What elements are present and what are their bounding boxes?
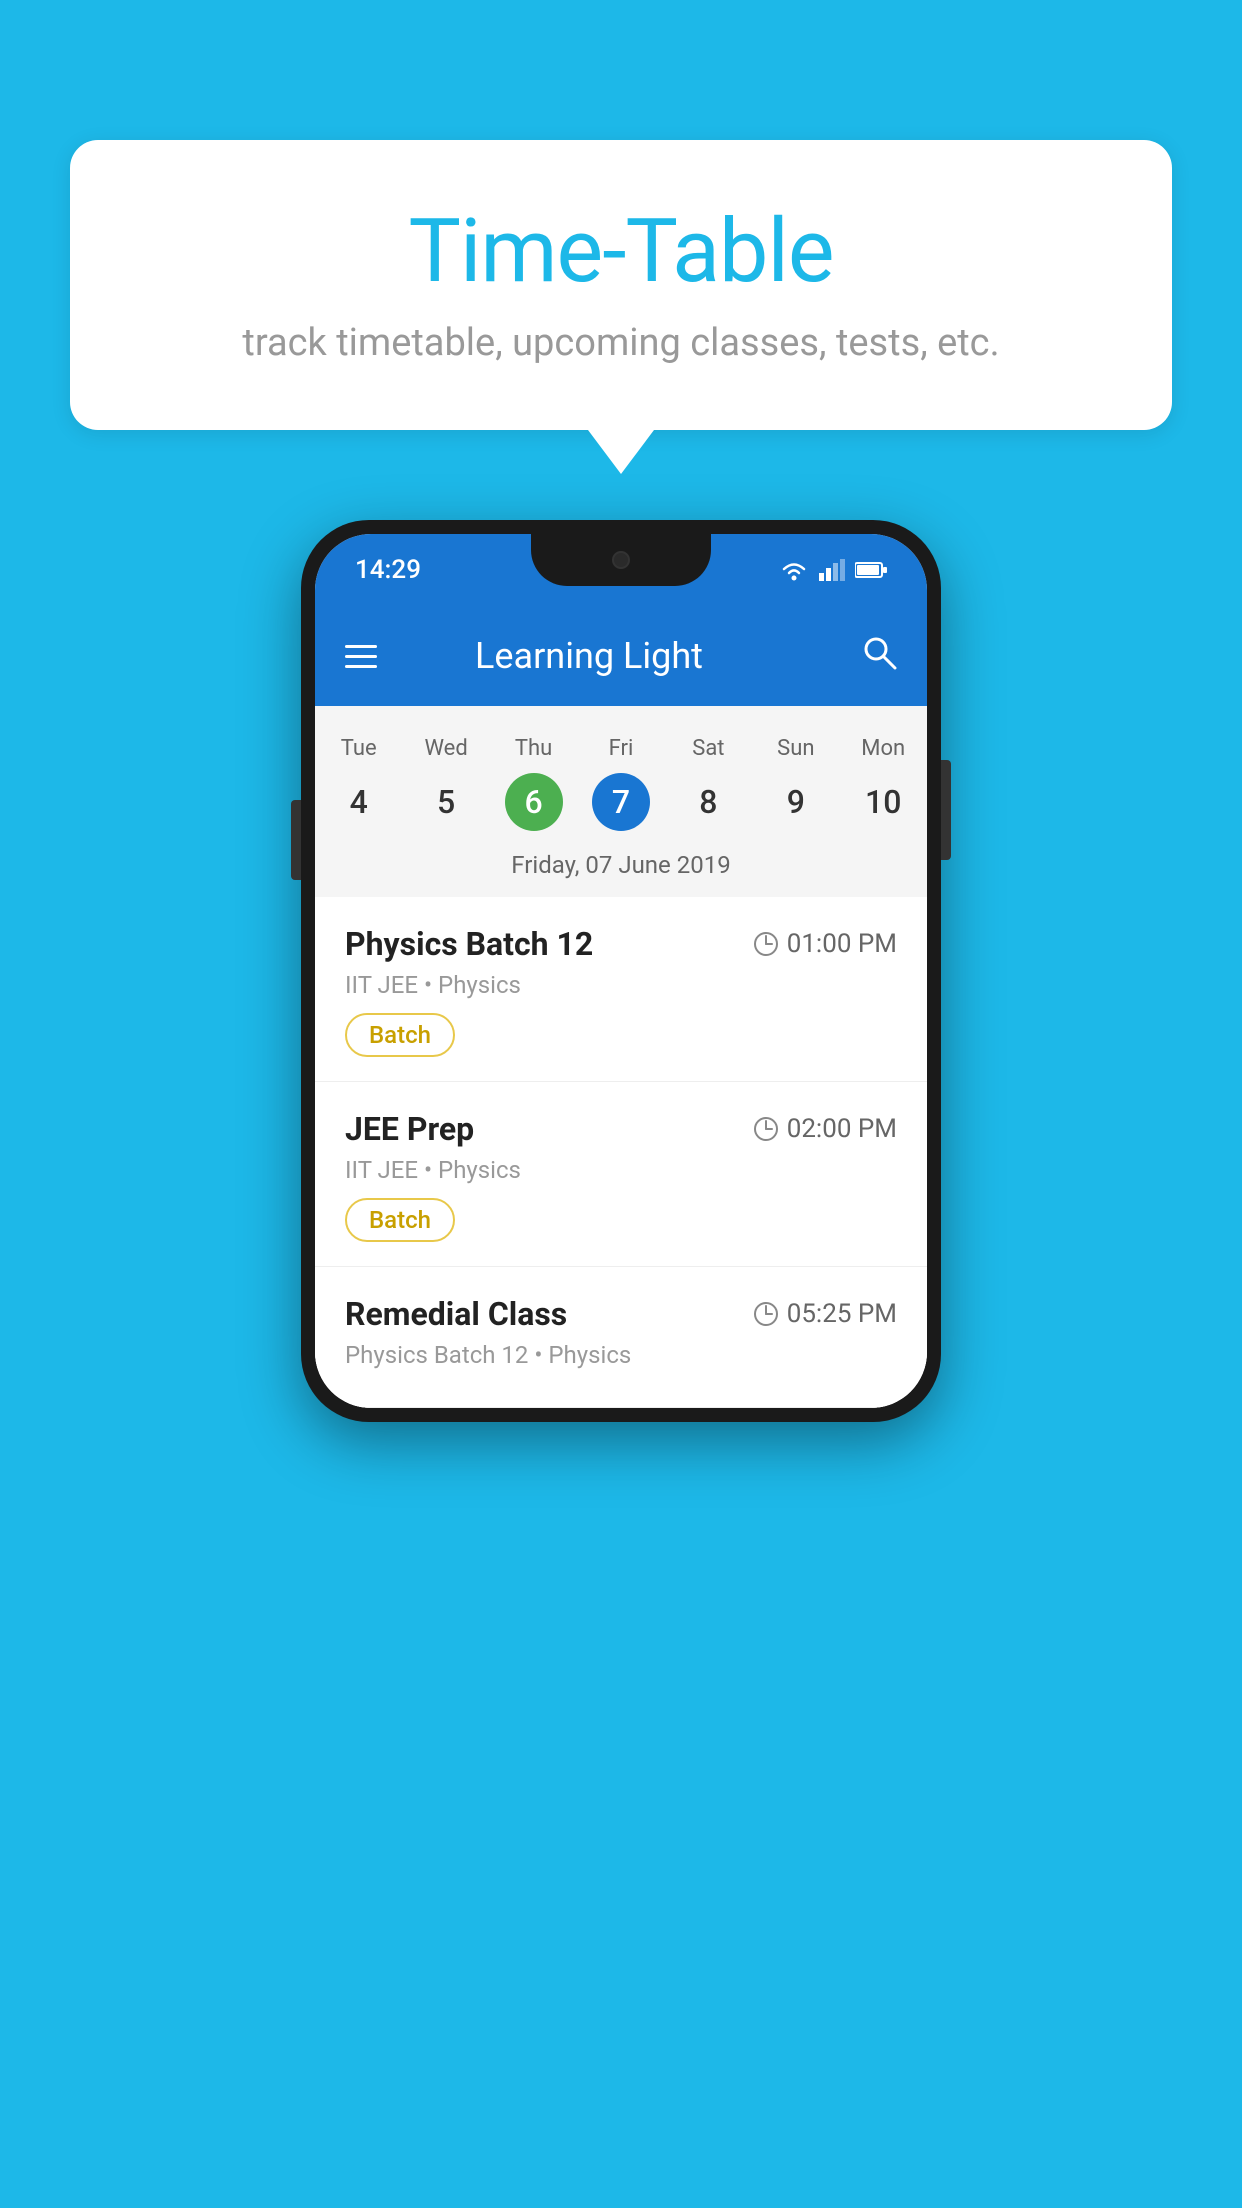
schedule-item-header: Physics Batch 12 01:00 PM (345, 925, 897, 963)
status-time: 14:29 (355, 555, 421, 585)
status-icons (779, 559, 887, 581)
clock-icon (753, 1301, 779, 1327)
day-name: Thu (515, 736, 552, 761)
status-bar: 14:29 (315, 534, 927, 606)
day-number: 8 (679, 773, 737, 831)
phone-frame: 14:29 (301, 520, 941, 1422)
day-col-9[interactable]: Sun 9 (752, 736, 839, 831)
selected-date-label: Friday, 07 June 2019 (315, 837, 927, 897)
day-col-7[interactable]: Fri 7 (577, 736, 664, 831)
app-title: Learning Light (407, 635, 831, 677)
day-number: 10 (854, 773, 912, 831)
notch (531, 534, 711, 586)
week-days-row: Tue 4 Wed 5 Thu 6 Fri 7 Sat 8 Sun 9 Mon 10 (315, 726, 927, 837)
day-name: Tue (341, 736, 377, 761)
day-name: Sat (692, 736, 724, 761)
battery-icon (855, 561, 887, 579)
schedule-item-title: Remedial Class (345, 1295, 567, 1333)
day-name: Sun (777, 736, 814, 761)
hamburger-menu-icon[interactable] (345, 645, 377, 668)
day-number: 9 (767, 773, 825, 831)
schedule-item-subtitle: IIT JEE • Physics (345, 971, 897, 999)
schedule-item[interactable]: Remedial Class 05:25 PM Physics Batch 12… (315, 1267, 927, 1408)
day-name: Wed (425, 736, 468, 761)
clock-icon (753, 1116, 779, 1142)
schedule-item[interactable]: JEE Prep 02:00 PM IIT JEE • Physics Batc… (315, 1082, 927, 1267)
search-button[interactable] (861, 634, 897, 679)
camera-dot (612, 551, 630, 569)
day-col-10[interactable]: Mon 10 (840, 736, 927, 831)
day-col-8[interactable]: Sat 8 (665, 736, 752, 831)
day-number: 4 (330, 773, 388, 831)
schedule-item-title: JEE Prep (345, 1110, 474, 1148)
speech-bubble-container: Time-Table track timetable, upcoming cla… (70, 140, 1172, 430)
schedule-item-header: Remedial Class 05:25 PM (345, 1295, 897, 1333)
wifi-icon (779, 559, 809, 581)
schedule-list: Physics Batch 12 01:00 PM IIT JEE • Phys… (315, 897, 927, 1408)
clock-icon (753, 931, 779, 957)
schedule-item-subtitle: IIT JEE • Physics (345, 1156, 897, 1184)
app-bar: Learning Light (315, 606, 927, 706)
day-name: Mon (861, 736, 905, 761)
day-number: 5 (417, 773, 475, 831)
signal-icon (819, 559, 845, 581)
day-name: Fri (609, 736, 634, 761)
schedule-item-time: 02:00 PM (753, 1114, 897, 1144)
calendar-header: Tue 4 Wed 5 Thu 6 Fri 7 Sat 8 Sun 9 Mon 10 Friday, 07… (315, 706, 927, 897)
schedule-item-time: 05:25 PM (753, 1299, 897, 1329)
batch-badge: Batch (345, 1013, 455, 1057)
schedule-item-time: 01:00 PM (753, 929, 897, 959)
speech-bubble-subtitle: track timetable, upcoming classes, tests… (150, 321, 1092, 365)
schedule-item-header: JEE Prep 02:00 PM (345, 1110, 897, 1148)
schedule-item[interactable]: Physics Batch 12 01:00 PM IIT JEE • Phys… (315, 897, 927, 1082)
schedule-item-subtitle: Physics Batch 12 • Physics (345, 1341, 897, 1369)
day-col-5[interactable]: Wed 5 (402, 736, 489, 831)
batch-badge: Batch (345, 1198, 455, 1242)
speech-bubble-title: Time-Table (150, 200, 1092, 303)
day-number: 7 (592, 773, 650, 831)
phone-screen: 14:29 (315, 534, 927, 1408)
schedule-item-title: Physics Batch 12 (345, 925, 593, 963)
phone-mockup: 14:29 (301, 520, 941, 1422)
day-col-4[interactable]: Tue 4 (315, 736, 402, 831)
speech-bubble: Time-Table track timetable, upcoming cla… (70, 140, 1172, 430)
day-col-6[interactable]: Thu 6 (490, 736, 577, 831)
day-number: 6 (505, 773, 563, 831)
